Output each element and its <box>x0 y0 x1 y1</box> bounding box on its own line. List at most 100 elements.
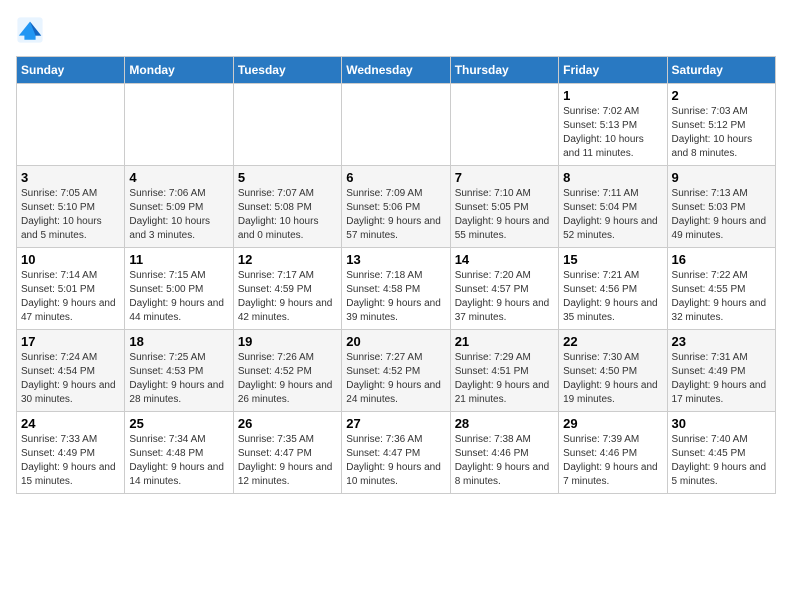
day-info: Sunrise: 7:39 AM Sunset: 4:46 PM Dayligh… <box>563 433 662 489</box>
calendar-cell: 2 Sunrise: 7:03 AM Sunset: 5:12 PM Daylig… <box>667 84 775 166</box>
calendar-cell: 13 Sunrise: 7:18 AM Sunset: 4:58 PM Dayli… <box>342 248 450 330</box>
calendar-cell: 24Sunrise: 7:33 AM Sunset: 4:49 PM Dayli… <box>17 412 125 494</box>
day-info: Sunrise: 7:38 AM Sunset: 4:46 PM Dayligh… <box>455 433 554 489</box>
day-number: 13 <box>346 252 445 267</box>
calendar-cell: 1 Sunrise: 7:02 AM Sunset: 5:13 PM Daylig… <box>559 84 667 166</box>
day-number: 1 <box>563 88 662 103</box>
weekday-header-wednesday: Wednesday <box>342 57 450 84</box>
day-info: Sunrise: 7:22 AM Sunset: 4:55 PM Dayligh… <box>672 269 771 325</box>
calendar-cell: 16 Sunrise: 7:22 AM Sunset: 4:55 PM Dayli… <box>667 248 775 330</box>
day-info: Sunrise: 7:36 AM Sunset: 4:47 PM Dayligh… <box>346 433 445 489</box>
day-info: Sunrise: 7:24 AM Sunset: 4:54 PM Dayligh… <box>21 351 120 407</box>
calendar-table: SundayMondayTuesdayWednesdayThursdayFrid… <box>16 56 776 494</box>
page-header <box>16 16 776 44</box>
day-number: 17 <box>21 334 120 349</box>
calendar-cell: 8 Sunrise: 7:11 AM Sunset: 5:04 PM Daylig… <box>559 166 667 248</box>
day-info: Sunrise: 7:11 AM Sunset: 5:04 PM Dayligh… <box>563 187 662 243</box>
week-row-3: 17 Sunrise: 7:24 AM Sunset: 4:54 PM Dayli… <box>17 330 776 412</box>
week-row-2: 10 Sunrise: 7:14 AM Sunset: 5:01 PM Dayli… <box>17 248 776 330</box>
day-number: 16 <box>672 252 771 267</box>
day-number: 23 <box>672 334 771 349</box>
day-number: 29 <box>563 416 662 431</box>
logo <box>16 16 46 44</box>
day-info: Sunrise: 7:35 AM Sunset: 4:47 PM Dayligh… <box>238 433 337 489</box>
calendar-cell: 5Sunrise: 7:07 AM Sunset: 5:08 PM Daylig… <box>233 166 341 248</box>
day-number: 27 <box>346 416 445 431</box>
calendar-cell: 20 Sunrise: 7:27 AM Sunset: 4:52 PM Dayli… <box>342 330 450 412</box>
day-info: Sunrise: 7:03 AM Sunset: 5:12 PM Dayligh… <box>672 105 771 161</box>
day-info: Sunrise: 7:02 AM Sunset: 5:13 PM Dayligh… <box>563 105 662 161</box>
day-number: 10 <box>21 252 120 267</box>
day-info: Sunrise: 7:18 AM Sunset: 4:58 PM Dayligh… <box>346 269 445 325</box>
day-info: Sunrise: 7:31 AM Sunset: 4:49 PM Dayligh… <box>672 351 771 407</box>
calendar-cell: 11 Sunrise: 7:15 AM Sunset: 5:00 PM Dayli… <box>125 248 233 330</box>
day-info: Sunrise: 7:17 AM Sunset: 4:59 PM Dayligh… <box>238 269 337 325</box>
weekday-header-saturday: Saturday <box>667 57 775 84</box>
calendar-cell: 7 Sunrise: 7:10 AM Sunset: 5:05 PM Daylig… <box>450 166 558 248</box>
calendar-cell: 17 Sunrise: 7:24 AM Sunset: 4:54 PM Dayli… <box>17 330 125 412</box>
calendar-cell <box>450 84 558 166</box>
logo-icon <box>16 16 44 44</box>
day-number: 2 <box>672 88 771 103</box>
day-info: Sunrise: 7:20 AM Sunset: 4:57 PM Dayligh… <box>455 269 554 325</box>
day-info: Sunrise: 7:05 AM Sunset: 5:10 PM Dayligh… <box>21 187 120 243</box>
day-info: Sunrise: 7:10 AM Sunset: 5:05 PM Dayligh… <box>455 187 554 243</box>
day-info: Sunrise: 7:26 AM Sunset: 4:52 PM Dayligh… <box>238 351 337 407</box>
calendar-cell: 28 Sunrise: 7:38 AM Sunset: 4:46 PM Dayli… <box>450 412 558 494</box>
day-number: 14 <box>455 252 554 267</box>
day-info: Sunrise: 7:29 AM Sunset: 4:51 PM Dayligh… <box>455 351 554 407</box>
day-number: 21 <box>455 334 554 349</box>
day-info: Sunrise: 7:25 AM Sunset: 4:53 PM Dayligh… <box>129 351 228 407</box>
calendar-cell: 29 Sunrise: 7:39 AM Sunset: 4:46 PM Dayli… <box>559 412 667 494</box>
day-number: 20 <box>346 334 445 349</box>
day-number: 15 <box>563 252 662 267</box>
day-number: 24 <box>21 416 120 431</box>
calendar-cell: 12Sunrise: 7:17 AM Sunset: 4:59 PM Dayli… <box>233 248 341 330</box>
day-number: 26 <box>238 416 337 431</box>
calendar-cell: 14 Sunrise: 7:20 AM Sunset: 4:57 PM Dayli… <box>450 248 558 330</box>
day-number: 19 <box>238 334 337 349</box>
day-number: 3 <box>21 170 120 185</box>
week-row-4: 24Sunrise: 7:33 AM Sunset: 4:49 PM Dayli… <box>17 412 776 494</box>
day-number: 8 <box>563 170 662 185</box>
day-info: Sunrise: 7:34 AM Sunset: 4:48 PM Dayligh… <box>129 433 228 489</box>
day-info: Sunrise: 7:14 AM Sunset: 5:01 PM Dayligh… <box>21 269 120 325</box>
weekday-header-friday: Friday <box>559 57 667 84</box>
day-number: 11 <box>129 252 228 267</box>
weekday-header-monday: Monday <box>125 57 233 84</box>
day-number: 5 <box>238 170 337 185</box>
day-info: Sunrise: 7:13 AM Sunset: 5:03 PM Dayligh… <box>672 187 771 243</box>
calendar-cell: 19 Sunrise: 7:26 AM Sunset: 4:52 PM Dayli… <box>233 330 341 412</box>
weekday-header-thursday: Thursday <box>450 57 558 84</box>
day-number: 18 <box>129 334 228 349</box>
weekday-header-row: SundayMondayTuesdayWednesdayThursdayFrid… <box>17 57 776 84</box>
calendar-cell: 4Sunrise: 7:06 AM Sunset: 5:09 PM Daylig… <box>125 166 233 248</box>
day-number: 7 <box>455 170 554 185</box>
day-number: 4 <box>129 170 228 185</box>
calendar-cell: 18 Sunrise: 7:25 AM Sunset: 4:53 PM Dayli… <box>125 330 233 412</box>
calendar-cell <box>17 84 125 166</box>
day-info: Sunrise: 7:15 AM Sunset: 5:00 PM Dayligh… <box>129 269 228 325</box>
calendar-cell: 10 Sunrise: 7:14 AM Sunset: 5:01 PM Dayli… <box>17 248 125 330</box>
calendar-cell <box>342 84 450 166</box>
calendar-cell: 21 Sunrise: 7:29 AM Sunset: 4:51 PM Dayli… <box>450 330 558 412</box>
calendar-cell: 27 Sunrise: 7:36 AM Sunset: 4:47 PM Dayli… <box>342 412 450 494</box>
weekday-header-sunday: Sunday <box>17 57 125 84</box>
day-info: Sunrise: 7:21 AM Sunset: 4:56 PM Dayligh… <box>563 269 662 325</box>
calendar-cell: 23 Sunrise: 7:31 AM Sunset: 4:49 PM Dayli… <box>667 330 775 412</box>
day-number: 30 <box>672 416 771 431</box>
calendar-cell: 26 Sunrise: 7:35 AM Sunset: 4:47 PM Dayli… <box>233 412 341 494</box>
calendar-cell: 9 Sunrise: 7:13 AM Sunset: 5:03 PM Daylig… <box>667 166 775 248</box>
day-info: Sunrise: 7:30 AM Sunset: 4:50 PM Dayligh… <box>563 351 662 407</box>
day-number: 28 <box>455 416 554 431</box>
day-number: 25 <box>129 416 228 431</box>
calendar-cell: 6Sunrise: 7:09 AM Sunset: 5:06 PM Daylig… <box>342 166 450 248</box>
calendar-cell: 30 Sunrise: 7:40 AM Sunset: 4:45 PM Dayli… <box>667 412 775 494</box>
calendar-cell <box>233 84 341 166</box>
day-number: 6 <box>346 170 445 185</box>
calendar-cell <box>125 84 233 166</box>
calendar-cell: 15 Sunrise: 7:21 AM Sunset: 4:56 PM Dayli… <box>559 248 667 330</box>
day-number: 9 <box>672 170 771 185</box>
day-info: Sunrise: 7:40 AM Sunset: 4:45 PM Dayligh… <box>672 433 771 489</box>
day-info: Sunrise: 7:27 AM Sunset: 4:52 PM Dayligh… <box>346 351 445 407</box>
